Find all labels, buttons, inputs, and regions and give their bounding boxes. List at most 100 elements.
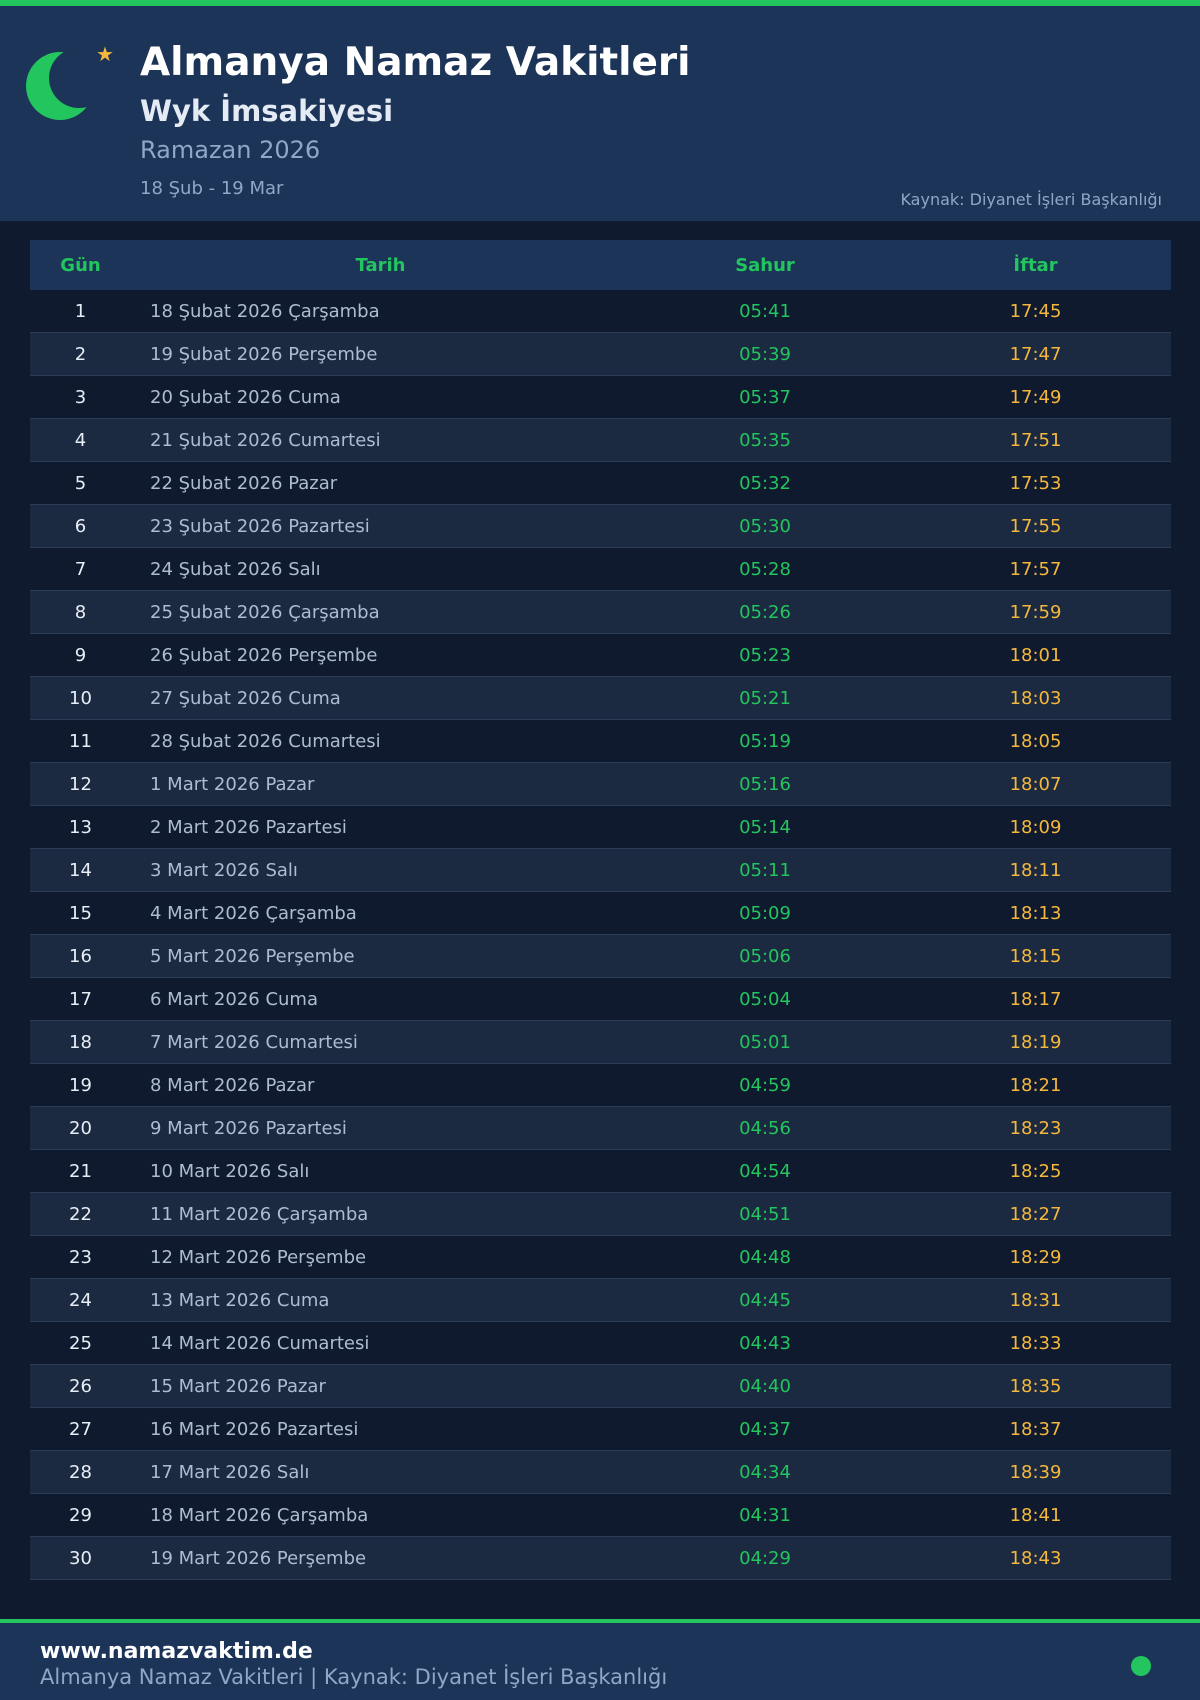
cell-iftar: 18:21 — [1009, 1074, 1062, 1096]
cell-tarih: 18 Mart 2026 Çarşamba — [150, 1504, 369, 1526]
table-row: 14 3 Mart 2026 Salı 05:11 18:11 — [30, 849, 1171, 892]
cell-tarih: 10 Mart 2026 Salı — [150, 1160, 310, 1182]
cell-gun: 12 — [69, 773, 92, 795]
cell-gun: 15 — [69, 902, 92, 924]
cell-tarih: 16 Mart 2026 Pazartesi — [150, 1418, 359, 1440]
cell-sahur: 05:16 — [739, 773, 791, 795]
table-row: 6 23 Şubat 2026 Pazartesi 05:30 17:55 — [30, 505, 1171, 548]
cell-gun: 3 — [74, 386, 87, 408]
page-title: Almanya Namaz Vakitleri — [140, 40, 691, 85]
cell-tarih: 19 Şubat 2026 Perşembe — [150, 343, 378, 365]
site-link[interactable]: www.namazvaktim.de — [40, 1639, 313, 1664]
column-header-sahur: Sahur — [735, 254, 795, 276]
table-row: 13 2 Mart 2026 Pazartesi 05:14 18:09 — [30, 806, 1171, 849]
cell-iftar: 18:41 — [1009, 1504, 1062, 1526]
table-row: 26 15 Mart 2026 Pazar 04:40 18:35 — [30, 1365, 1171, 1408]
cell-iftar: 18:43 — [1009, 1547, 1062, 1569]
cell-gun: 17 — [69, 988, 92, 1010]
cell-sahur: 05:28 — [739, 558, 791, 580]
cell-sahur: 05:11 — [739, 859, 791, 881]
cell-sahur: 04:40 — [739, 1375, 791, 1397]
cell-sahur: 05:14 — [739, 816, 791, 838]
cell-tarih: 3 Mart 2026 Salı — [150, 859, 298, 881]
table-row: 4 21 Şubat 2026 Cumartesi 05:35 17:51 — [30, 419, 1171, 462]
cell-gun: 1 — [74, 300, 87, 322]
cell-sahur: 04:54 — [739, 1160, 791, 1182]
table-row: 10 27 Şubat 2026 Cuma 05:21 18:03 — [30, 677, 1171, 720]
date-range: 18 Şub - 19 Mar — [140, 178, 284, 199]
star-icon: ★ — [96, 42, 114, 66]
cell-iftar: 18:19 — [1009, 1031, 1062, 1053]
cell-iftar: 17:53 — [1009, 472, 1062, 494]
cell-sahur: 04:34 — [739, 1461, 791, 1483]
cell-sahur: 04:43 — [739, 1332, 791, 1354]
cell-gun: 24 — [69, 1289, 92, 1311]
table-row: 24 13 Mart 2026 Cuma 04:45 18:31 — [30, 1279, 1171, 1322]
cell-iftar: 17:47 — [1009, 343, 1062, 365]
cell-gun: 22 — [69, 1203, 92, 1225]
table-row: 7 24 Şubat 2026 Salı 05:28 17:57 — [30, 548, 1171, 591]
cell-gun: 30 — [69, 1547, 92, 1569]
table-row: 2 19 Şubat 2026 Perşembe 05:39 17:47 — [30, 333, 1171, 376]
cell-gun: 19 — [69, 1074, 92, 1096]
cell-gun: 5 — [74, 472, 87, 494]
cell-gun: 8 — [74, 601, 87, 623]
cell-gun: 18 — [69, 1031, 92, 1053]
cell-tarih: 19 Mart 2026 Perşembe — [150, 1547, 367, 1569]
column-header-iftar: İftar — [1013, 254, 1058, 276]
table-row: 3 20 Şubat 2026 Cuma 05:37 17:49 — [30, 376, 1171, 419]
cell-iftar: 18:29 — [1009, 1246, 1062, 1268]
cell-iftar: 18:25 — [1009, 1160, 1062, 1182]
cell-sahur: 04:29 — [739, 1547, 791, 1569]
cell-sahur: 05:23 — [739, 644, 791, 666]
cell-tarih: 9 Mart 2026 Pazartesi — [150, 1117, 347, 1139]
table-row: 23 12 Mart 2026 Perşembe 04:48 18:29 — [30, 1236, 1171, 1279]
table-row: 30 19 Mart 2026 Perşembe 04:29 18:43 — [30, 1537, 1171, 1580]
cell-tarih: 7 Mart 2026 Cumartesi — [150, 1031, 358, 1053]
cell-tarih: 11 Mart 2026 Çarşamba — [150, 1203, 369, 1225]
footer-text: Almanya Namaz Vakitleri | Kaynak: Diyane… — [40, 1665, 668, 1689]
cell-tarih: 14 Mart 2026 Cumartesi — [150, 1332, 370, 1354]
table-row: 29 18 Mart 2026 Çarşamba 04:31 18:41 — [30, 1494, 1171, 1537]
cell-tarih: 13 Mart 2026 Cuma — [150, 1289, 330, 1311]
table-row: 5 22 Şubat 2026 Pazar 05:32 17:53 — [30, 462, 1171, 505]
table-row: 16 5 Mart 2026 Perşembe 05:06 18:15 — [30, 935, 1171, 978]
cell-iftar: 18:11 — [1009, 859, 1062, 881]
table-row: 21 10 Mart 2026 Salı 04:54 18:25 — [30, 1150, 1171, 1193]
cell-iftar: 17:57 — [1009, 558, 1062, 580]
cell-gun: 23 — [69, 1246, 92, 1268]
cell-iftar: 17:59 — [1009, 601, 1062, 623]
table-row: 27 16 Mart 2026 Pazartesi 04:37 18:37 — [30, 1408, 1171, 1451]
cell-sahur: 05:39 — [739, 343, 791, 365]
cell-gun: 27 — [69, 1418, 92, 1440]
table-row: 15 4 Mart 2026 Çarşamba 05:09 18:13 — [30, 892, 1171, 935]
cell-gun: 16 — [69, 945, 92, 967]
cell-gun: 2 — [74, 343, 87, 365]
cell-iftar: 18:31 — [1009, 1289, 1062, 1311]
cell-tarih: 18 Şubat 2026 Çarşamba — [150, 300, 380, 322]
cell-tarih: 17 Mart 2026 Salı — [150, 1461, 310, 1483]
cell-iftar: 18:13 — [1009, 902, 1062, 924]
source-label: Kaynak: Diyanet İşleri Başkanlığı — [900, 190, 1162, 209]
cell-sahur: 04:37 — [739, 1418, 791, 1440]
table-row: 9 26 Şubat 2026 Perşembe 05:23 18:01 — [30, 634, 1171, 677]
cell-sahur: 05:04 — [739, 988, 791, 1010]
cell-iftar: 18:09 — [1009, 816, 1062, 838]
cell-tarih: 15 Mart 2026 Pazar — [150, 1375, 326, 1397]
cell-sahur: 04:31 — [739, 1504, 791, 1526]
cell-gun: 9 — [74, 644, 87, 666]
cell-tarih: 21 Şubat 2026 Cumartesi — [150, 429, 381, 451]
table-body: 1 18 Şubat 2026 Çarşamba 05:41 17:45 2 19 Şub… — [30, 290, 1171, 1580]
cell-tarih: 24 Şubat 2026 Salı — [150, 558, 321, 580]
cell-gun: 21 — [69, 1160, 92, 1182]
cell-tarih: 5 Mart 2026 Perşembe — [150, 945, 355, 967]
cell-iftar: 18:05 — [1009, 730, 1062, 752]
cell-tarih: 22 Şubat 2026 Pazar — [150, 472, 338, 494]
cell-tarih: 12 Mart 2026 Perşembe — [150, 1246, 367, 1268]
cell-iftar: 18:17 — [1009, 988, 1062, 1010]
cell-iftar: 18:07 — [1009, 773, 1062, 795]
ramazan-label: Ramazan 2026 — [140, 136, 321, 164]
table-row: 19 8 Mart 2026 Pazar 04:59 18:21 — [30, 1064, 1171, 1107]
cell-sahur: 05:09 — [739, 902, 791, 924]
table-row: 20 9 Mart 2026 Pazartesi 04:56 18:23 — [30, 1107, 1171, 1150]
